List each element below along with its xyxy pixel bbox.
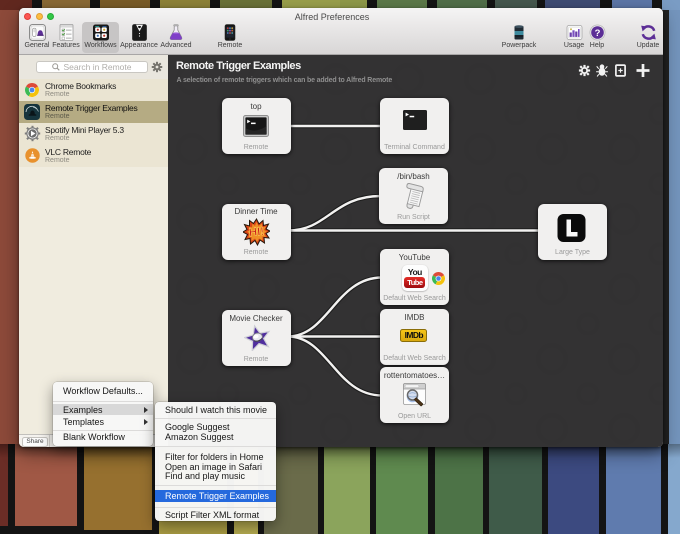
svg-text:HI!: HI! (248, 225, 265, 239)
svg-text:?: ? (594, 28, 600, 39)
